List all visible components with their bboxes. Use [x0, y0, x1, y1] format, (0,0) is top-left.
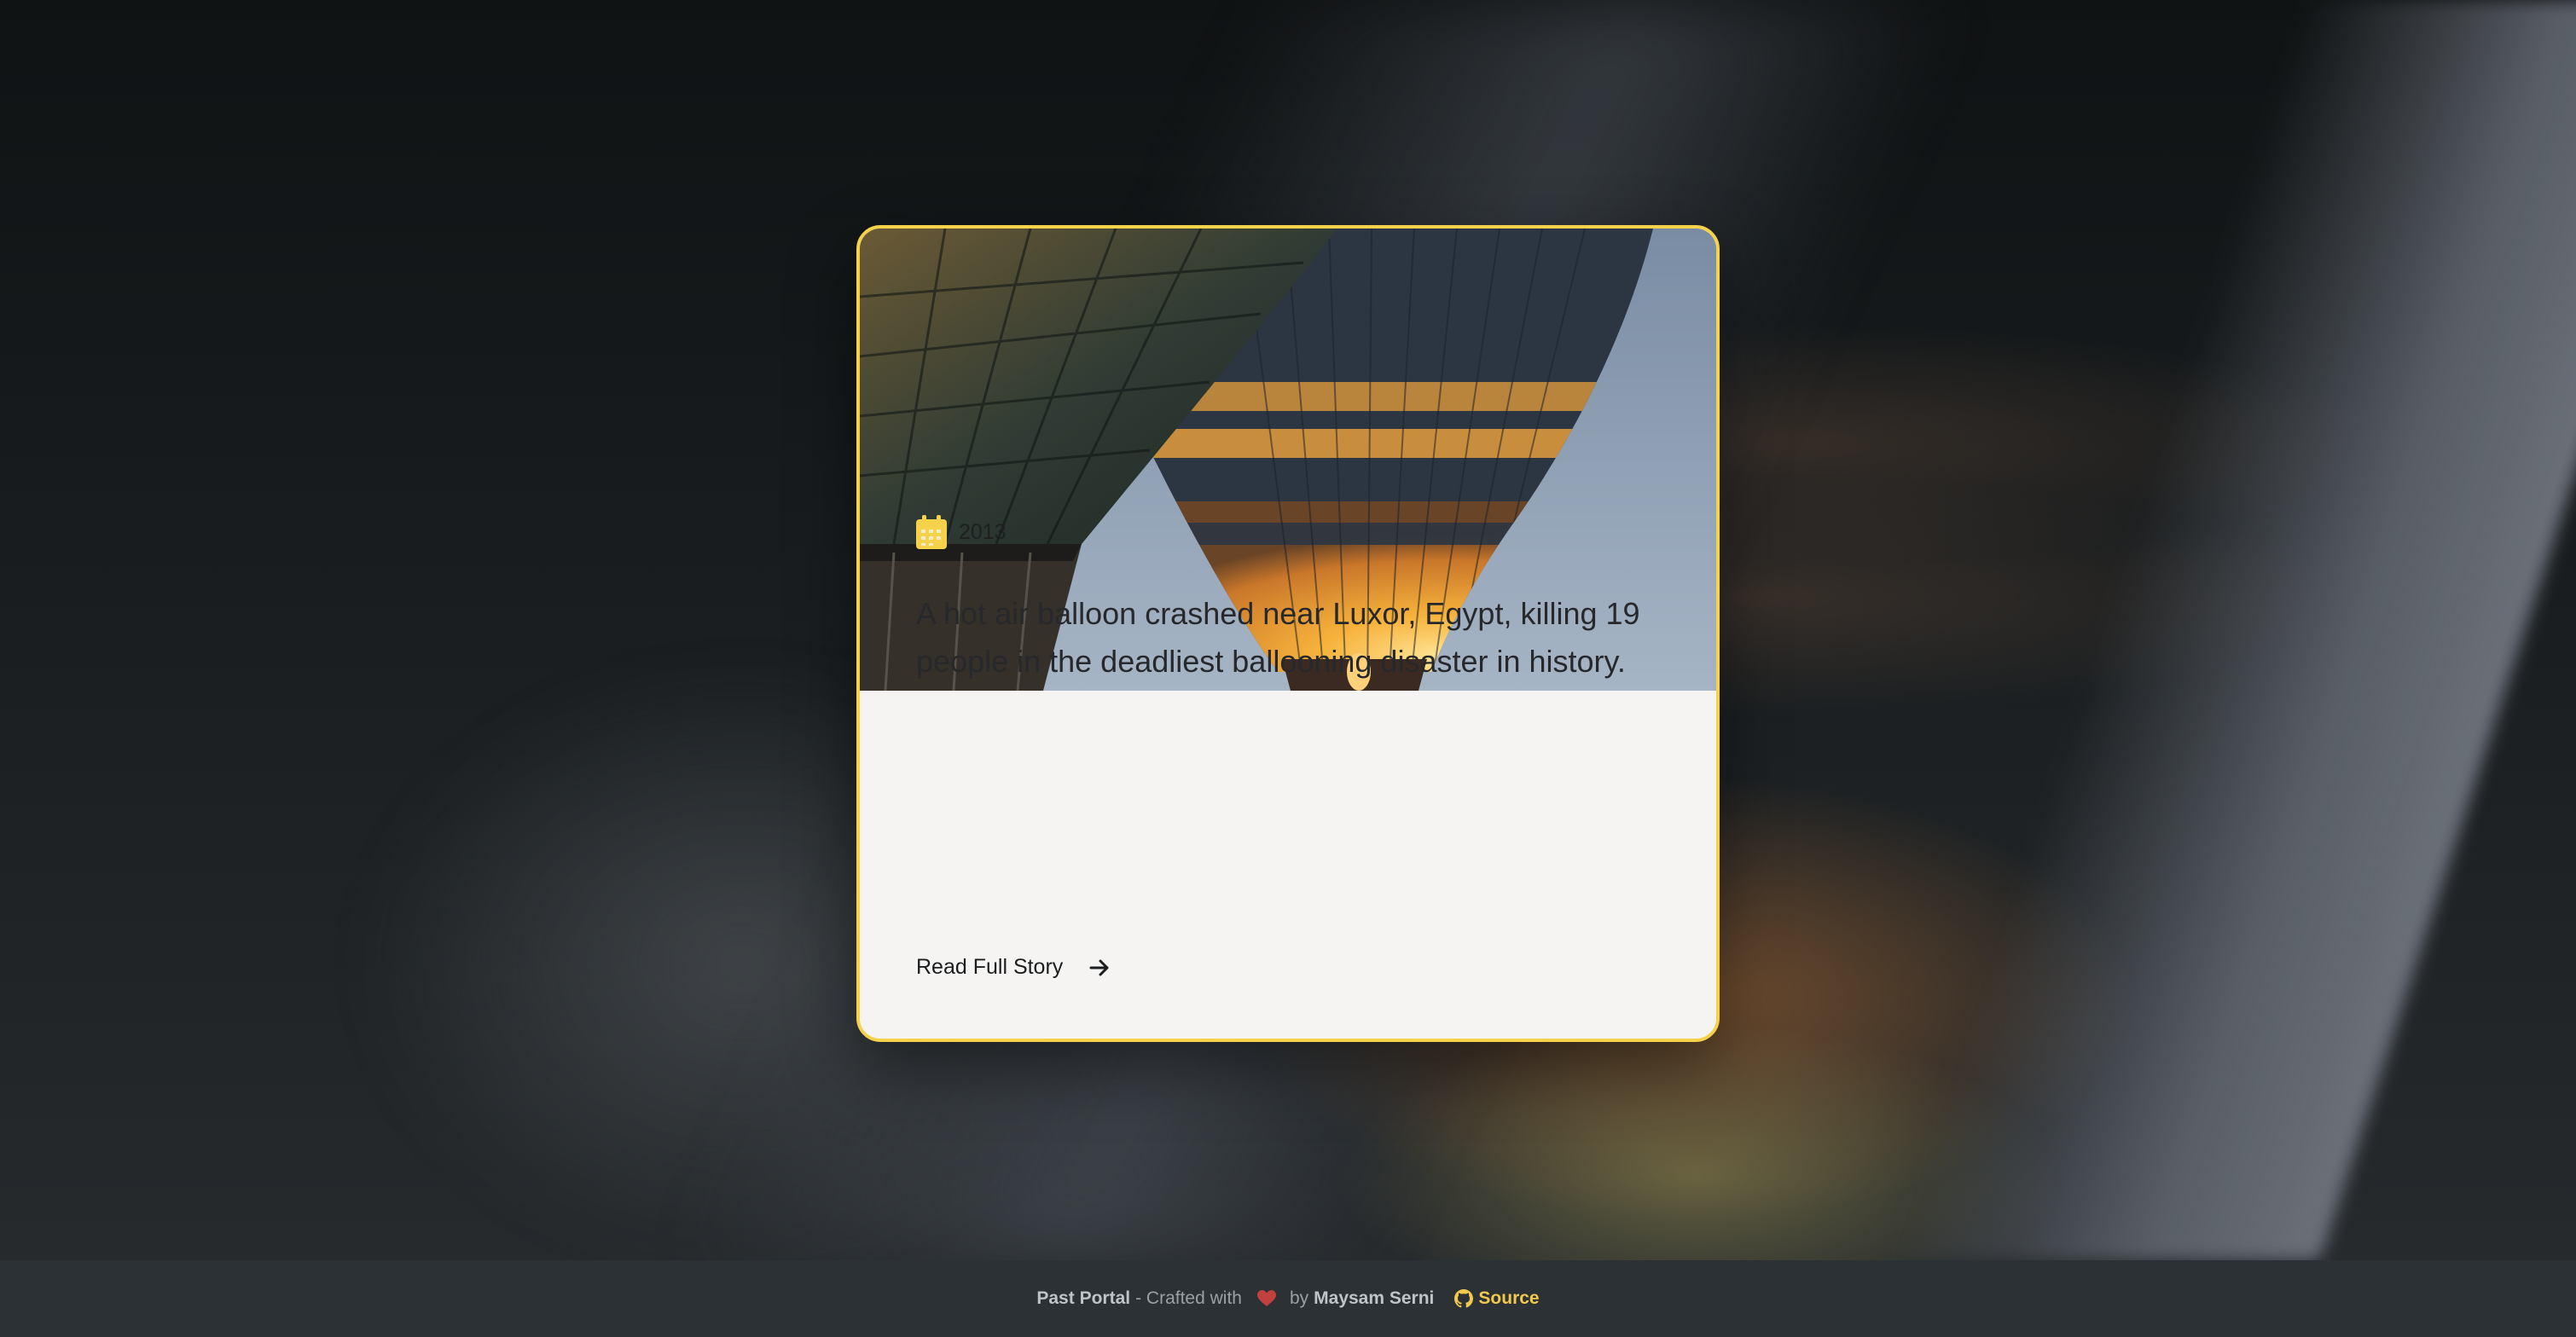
footer-crafted-text: - Crafted with: [1135, 1288, 1242, 1308]
footer-brand: Past Portal: [1036, 1288, 1131, 1308]
source-link[interactable]: Source: [1454, 1288, 1540, 1309]
event-card: 2013 A hot air balloon crashed near Luxo…: [856, 225, 1720, 1042]
event-year: 2013: [959, 519, 1007, 544]
card-body: [860, 691, 1716, 1039]
arrow-right-icon: [1089, 959, 1109, 975]
github-icon: [1454, 1289, 1474, 1308]
heart-icon: [1256, 1290, 1276, 1306]
calendar-icon: [916, 515, 947, 549]
footer-by-text: by: [1289, 1288, 1309, 1308]
event-description: A hot air balloon crashed near Luxor, Eg…: [916, 596, 1640, 679]
footer: Past Portal - Crafted with by Maysam Ser…: [0, 1260, 2576, 1337]
source-label: Source: [1478, 1288, 1540, 1308]
read-full-story-link[interactable]: Read Full Story: [916, 955, 1111, 980]
footer-author-link[interactable]: Maysam Serni: [1314, 1288, 1434, 1309]
read-full-story-label: Read Full Story: [916, 955, 1064, 979]
date-row: 2013: [916, 515, 1007, 549]
